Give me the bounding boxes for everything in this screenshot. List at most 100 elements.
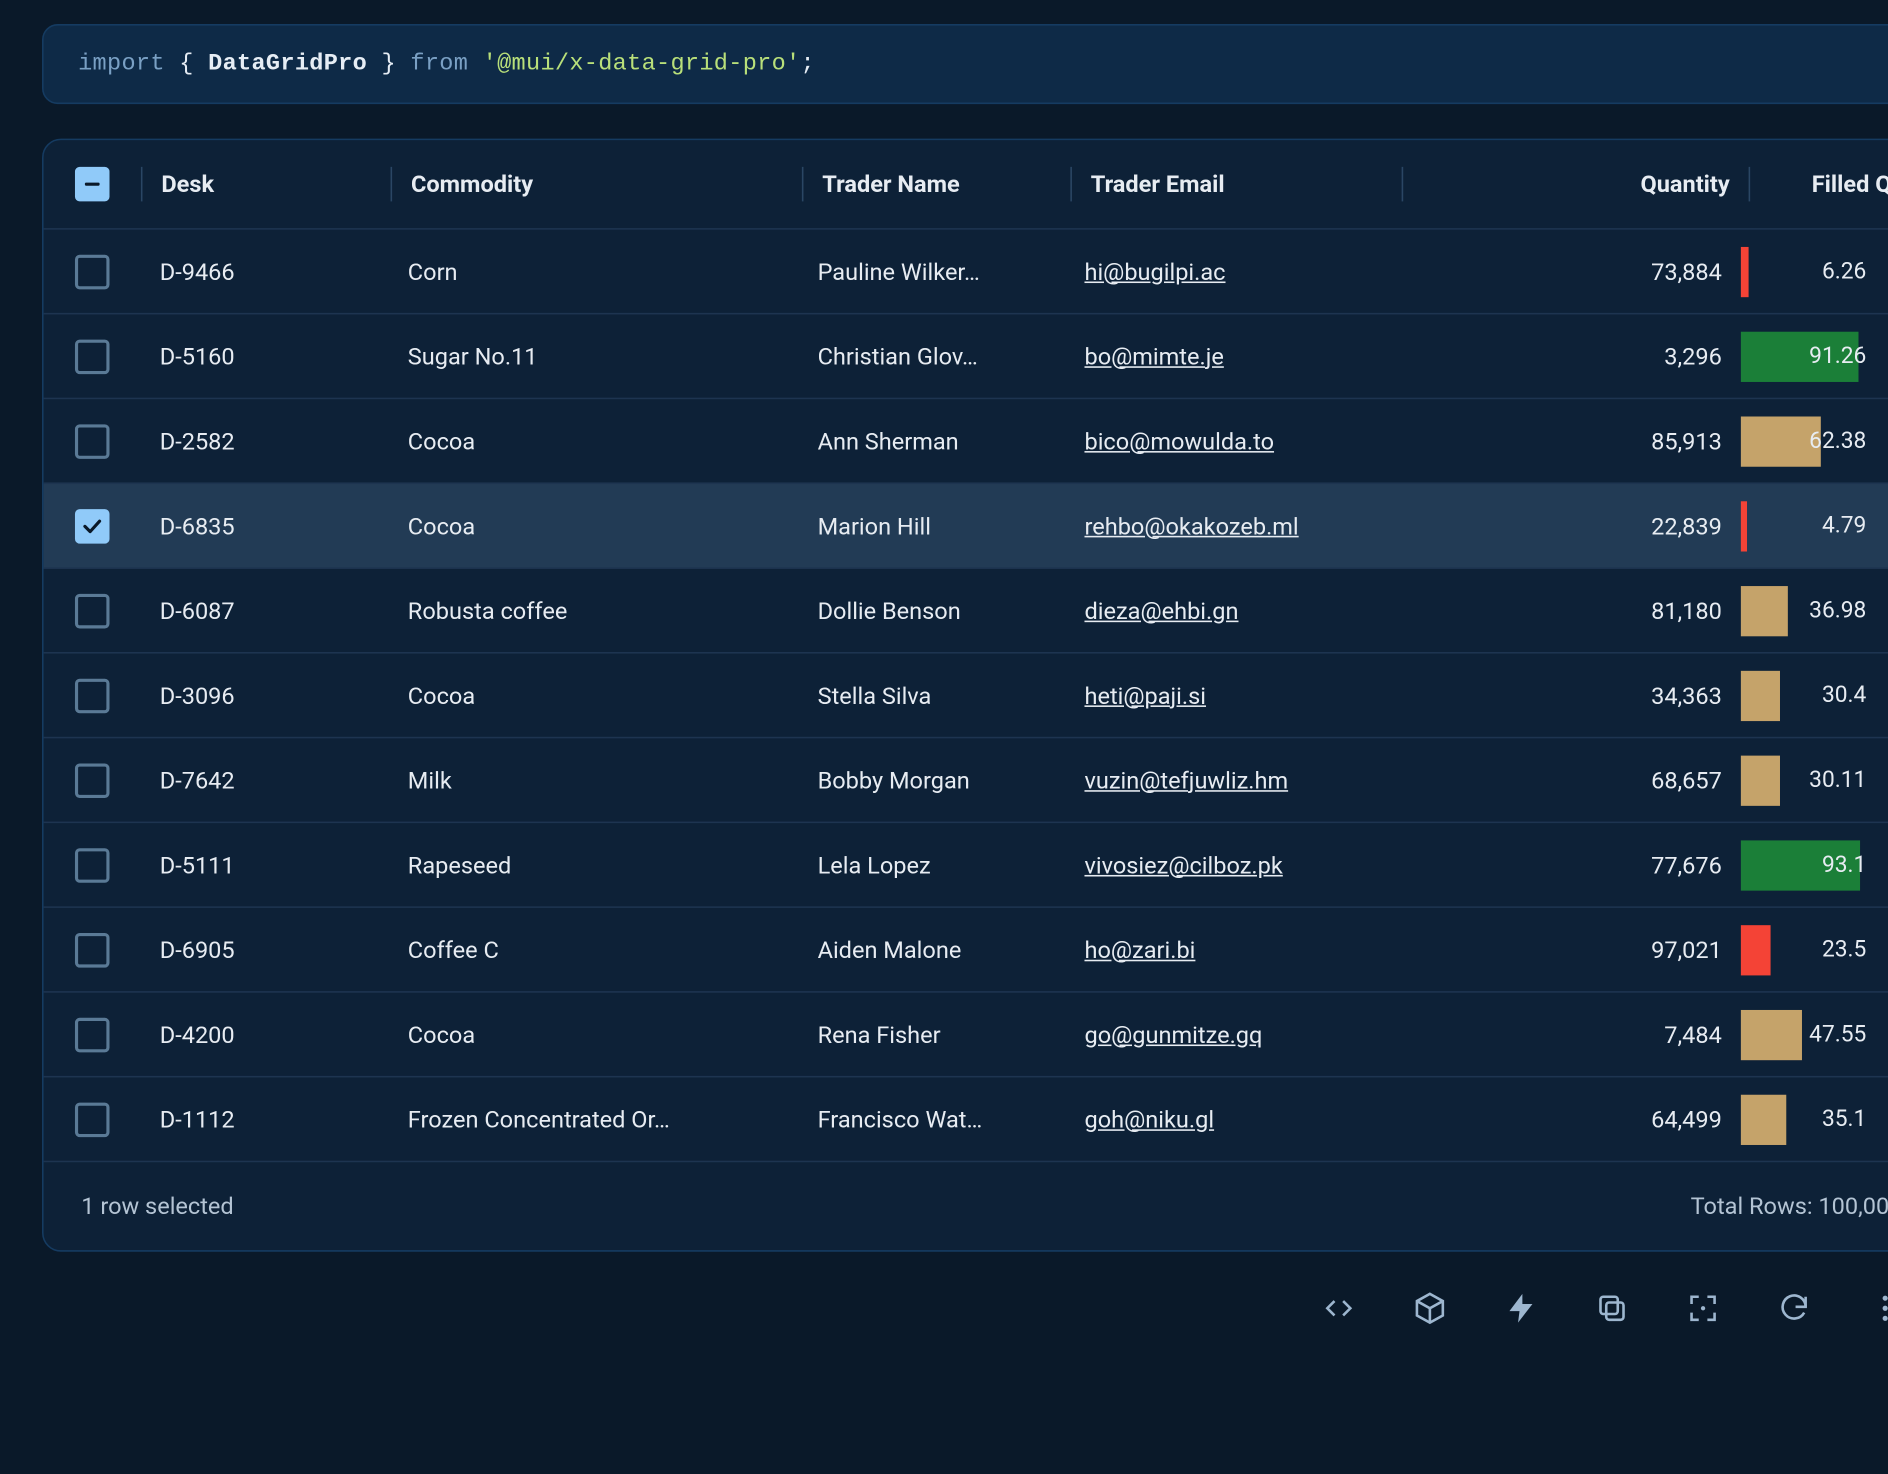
column-header-filled[interactable]: Filled Q [1750, 140, 1888, 228]
table-row[interactable]: D-1112Frozen Concentrated Or…Francisco W… [44, 1077, 1888, 1162]
code-icon[interactable] [1320, 1289, 1358, 1327]
cell-filled: 93.1 [1741, 823, 1882, 906]
table-row[interactable]: D-4200CocoaRena Fishergo@gunmitze.gq7,48… [44, 993, 1888, 1078]
table-row[interactable]: D-6835CocoaMarion Hillrehbo@okakozeb.ml2… [44, 484, 1888, 569]
grid-body: D-9466CornPauline Wilker…hi@bugilpi.ac73… [44, 230, 1888, 1163]
cell-email[interactable]: bico@mowulda.to [1066, 399, 1396, 482]
row-checkbox-cell[interactable] [44, 1077, 141, 1160]
row-checkbox-cell[interactable] [44, 484, 141, 567]
table-row[interactable]: D-5111RapeseedLela Lopezvivosiez@cilboz.… [44, 823, 1888, 908]
cell-email[interactable]: goh@niku.gl [1066, 1077, 1396, 1160]
email-link[interactable]: vivosiez@cilboz.pk [1084, 851, 1282, 879]
column-header-trader[interactable]: Trader Name [803, 140, 1070, 228]
cell-email[interactable]: bo@mimte.je [1066, 314, 1396, 397]
column-header-email[interactable]: Trader Email [1072, 140, 1402, 228]
row-checkbox-cell[interactable] [44, 569, 141, 652]
email-link[interactable]: rehbo@okakozeb.ml [1084, 511, 1298, 539]
row-checkbox-cell[interactable] [44, 823, 141, 906]
checkbox-unchecked-icon[interactable] [75, 847, 110, 882]
cell-commodity: Cocoa [389, 399, 799, 482]
fullscreen-icon[interactable] [1684, 1289, 1722, 1327]
cell-filled: 4.79 [1741, 484, 1882, 567]
copy-icon[interactable] [1593, 1289, 1631, 1327]
checkbox-unchecked-icon[interactable] [75, 1017, 110, 1052]
cell-email[interactable]: hi@bugilpi.ac [1066, 230, 1396, 313]
row-checkbox-cell[interactable] [44, 314, 141, 397]
email-link[interactable]: go@gunmitze.gq [1084, 1020, 1262, 1048]
cell-email[interactable]: dieza@ehbi.gn [1066, 569, 1396, 652]
email-link[interactable]: hi@bugilpi.ac [1084, 257, 1225, 285]
column-header-desk[interactable]: Desk [142, 140, 390, 228]
cell-trader: Stella Silva [799, 654, 1066, 737]
email-link[interactable]: vuzin@tefjuwliz.hm [1084, 766, 1288, 794]
email-link[interactable]: dieza@ehbi.gn [1084, 596, 1238, 624]
email-link[interactable]: bico@mowulda.to [1084, 427, 1274, 455]
email-link[interactable]: heti@paji.si [1084, 681, 1206, 709]
cell-trader: Bobby Morgan [799, 738, 1066, 821]
cell-commodity: Sugar No.11 [389, 314, 799, 397]
cell-filled: 30.11 [1741, 738, 1882, 821]
more-icon[interactable] [1866, 1289, 1888, 1327]
row-checkbox-cell[interactable] [44, 738, 141, 821]
cell-email[interactable]: ho@zari.bi [1066, 908, 1396, 991]
filled-value: 30.4 [1822, 682, 1870, 709]
cell-quantity: 64,499 [1395, 1077, 1740, 1160]
cell-email[interactable]: vivosiez@cilboz.pk [1066, 823, 1396, 906]
table-row[interactable]: D-3096CocoaStella Silvaheti@paji.si34,36… [44, 654, 1888, 739]
row-checkbox-cell[interactable] [44, 230, 141, 313]
table-row[interactable]: D-7642MilkBobby Morgan vuzin@tefjuwliz.hm… [44, 738, 1888, 823]
checkbox-checked-icon[interactable] [75, 508, 110, 543]
checkbox-unchecked-icon[interactable] [75, 763, 110, 798]
cell-email[interactable]: go@gunmitze.gq [1066, 993, 1396, 1076]
table-row[interactable]: D-6905Coffee CAiden Maloneho@zari.bi97,0… [44, 908, 1888, 993]
email-link[interactable]: ho@zari.bi [1084, 935, 1195, 963]
cell-quantity: 81,180 [1395, 569, 1740, 652]
progress-bar [1741, 924, 1771, 974]
email-link[interactable]: bo@mimte.je [1084, 342, 1223, 370]
table-row[interactable]: D-9466CornPauline Wilker…hi@bugilpi.ac73… [44, 230, 1888, 315]
checkbox-unchecked-icon[interactable] [75, 678, 110, 713]
row-checkbox-cell[interactable] [44, 908, 141, 991]
cell-quantity: 97,021 [1395, 908, 1740, 991]
cell-desk: D-7642 [141, 738, 389, 821]
sandbox-icon[interactable] [1411, 1289, 1449, 1327]
column-header-quantity[interactable]: Quantity [1403, 140, 1748, 228]
cell-trader: Aiden Malone [799, 908, 1066, 991]
checkbox-unchecked-icon[interactable] [75, 424, 110, 459]
cell-desk: D-5160 [141, 314, 389, 397]
row-checkbox-cell[interactable] [44, 399, 141, 482]
column-header-commodity[interactable]: Commodity [392, 140, 802, 228]
bolt-icon[interactable] [1502, 1289, 1540, 1327]
checkbox-unchecked-icon[interactable] [75, 932, 110, 967]
cell-email[interactable]: rehbo@okakozeb.ml [1066, 484, 1396, 567]
table-row[interactable]: D-5160Sugar No.11Christian Glov…bo@mimte… [44, 314, 1888, 399]
cell-commodity: Milk [389, 738, 799, 821]
cell-filled: 6.26 [1741, 230, 1882, 313]
table-row[interactable]: D-6087Robusta coffeeDollie Bensondieza@e… [44, 569, 1888, 654]
checkbox-unchecked-icon[interactable] [75, 1102, 110, 1137]
row-checkbox-cell[interactable] [44, 993, 141, 1076]
code-type: DataGridPro [208, 51, 367, 78]
cell-quantity: 22,839 [1395, 484, 1740, 567]
header-select-all[interactable] [44, 140, 141, 228]
cell-quantity: 3,296 [1395, 314, 1740, 397]
checkbox-unchecked-icon[interactable] [75, 339, 110, 374]
cell-email[interactable]: heti@paji.si [1066, 654, 1396, 737]
code-package: '@mui/x-data-grid-pro' [483, 51, 801, 78]
row-checkbox-cell[interactable] [44, 654, 141, 737]
progress-bar [1741, 1009, 1802, 1059]
checkbox-unchecked-icon[interactable] [75, 254, 110, 289]
table-row[interactable]: D-2582CocoaAnn Shermanbico@mowulda.to85,… [44, 399, 1888, 484]
cell-desk: D-2582 [141, 399, 389, 482]
refresh-icon[interactable] [1775, 1289, 1813, 1327]
cell-desk: D-6905 [141, 908, 389, 991]
checkbox-unchecked-icon[interactable] [75, 593, 110, 628]
cell-filled: 30.4 [1741, 654, 1882, 737]
cell-quantity: 77,676 [1395, 823, 1740, 906]
cell-filled: 23.5 [1741, 908, 1882, 991]
cell-commodity: Corn [389, 230, 799, 313]
checkbox-indeterminate-icon[interactable] [75, 167, 110, 202]
cell-email[interactable]: vuzin@tefjuwliz.hm [1066, 738, 1396, 821]
email-link[interactable]: goh@niku.gl [1084, 1105, 1214, 1133]
cell-trader: Pauline Wilker… [799, 230, 1066, 313]
